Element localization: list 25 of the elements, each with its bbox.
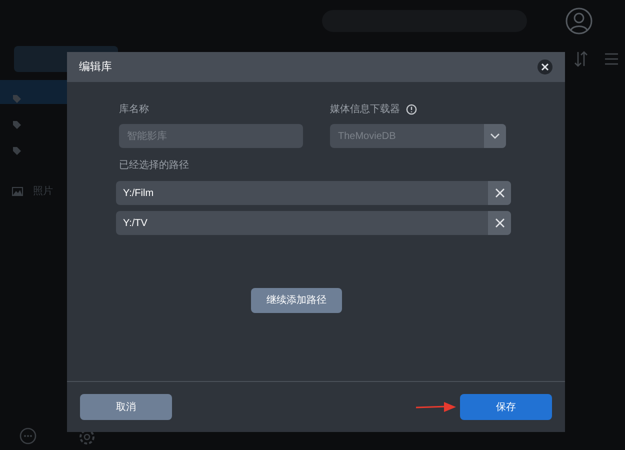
user-icon[interactable] [565, 7, 593, 35]
tag-icon [12, 146, 22, 156]
add-path-button[interactable]: 继续添加路径 [251, 288, 342, 313]
close-icon [494, 188, 504, 198]
chat-icon[interactable] [19, 427, 37, 445]
close-icon[interactable] [537, 59, 553, 75]
arrow-annotation [416, 402, 456, 412]
field-label: 库名称 [119, 102, 150, 116]
save-button[interactable]: 保存 [460, 394, 552, 420]
cancel-button[interactable]: 取消 [80, 394, 172, 420]
tag-icon [12, 94, 22, 104]
close-icon [494, 218, 504, 228]
sidebar-highlight [0, 80, 67, 104]
image-icon [12, 186, 23, 196]
chevron-down-icon [490, 133, 500, 139]
field-label: 媒体信息下载器 [330, 102, 400, 116]
path-text: Y:/TV [122, 216, 148, 230]
info-icon[interactable] [406, 104, 417, 114]
remove-path-button[interactable] [488, 211, 511, 235]
section-label: 已经选择的路径 [119, 158, 189, 173]
remove-path-button[interactable] [488, 181, 511, 205]
path-text: Y:/Film [122, 186, 155, 200]
tag-icon [12, 120, 22, 130]
sort-icon[interactable] [574, 50, 588, 68]
dialog-title: 编辑库 [79, 60, 112, 75]
